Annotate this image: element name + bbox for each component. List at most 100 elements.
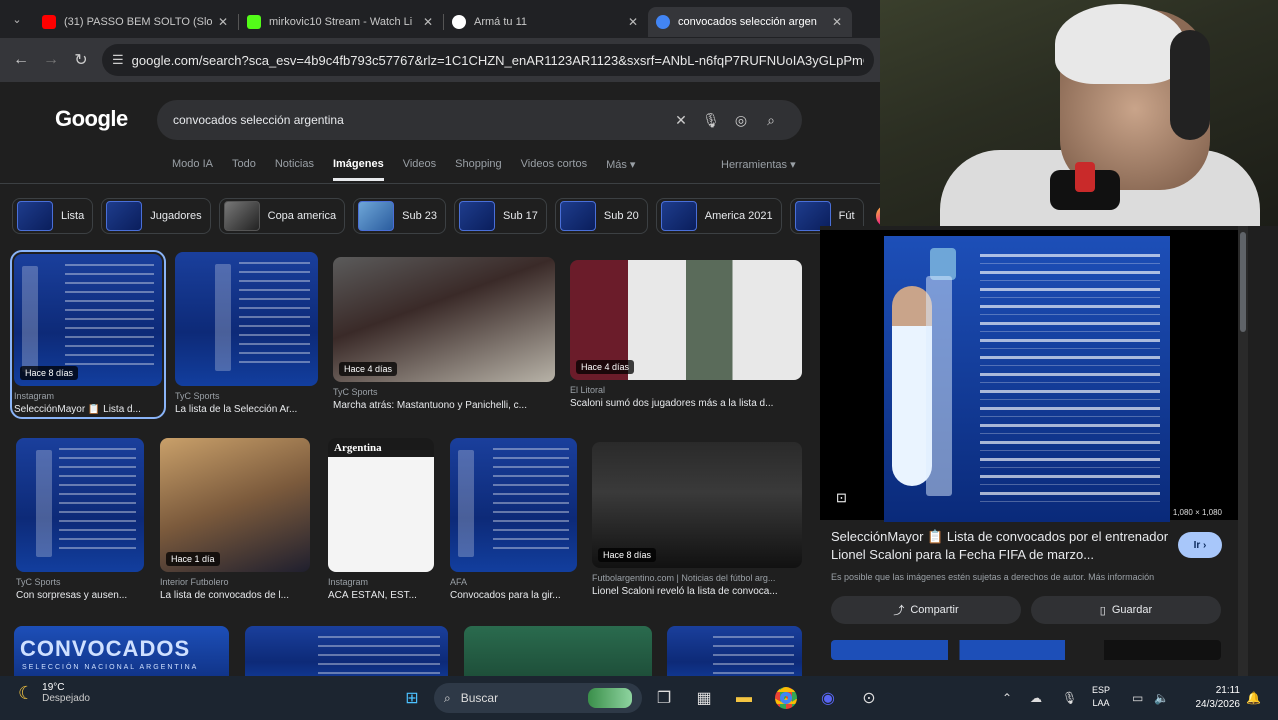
image-result[interactable]: TyC Sports Con sorpresas y ausen... (16, 438, 144, 601)
result-thumbnail[interactable] (175, 252, 318, 386)
chip-lista[interactable]: Lista (12, 198, 94, 234)
image-result[interactable]: Hace 1 día Interior Futbolero La lista d… (160, 438, 310, 601)
save-button[interactable]: ▯ Guardar (1031, 596, 1221, 624)
onedrive-icon[interactable]: ☁ (1030, 676, 1042, 720)
result-source[interactable]: Interior Futbolero (160, 577, 310, 587)
tab-modo-ia[interactable]: Modo IA (172, 158, 213, 181)
volume-icon[interactable]: 🔈 (1154, 676, 1169, 720)
tab-shopping[interactable]: Shopping (455, 158, 502, 181)
close-icon[interactable]: ✕ (626, 15, 640, 29)
clock[interactable]: 21:11 24/3/2026 (1184, 684, 1241, 712)
tab-todo[interactable]: Todo (232, 158, 256, 181)
discord-icon[interactable]: ◉ (814, 684, 842, 712)
result-thumbnail[interactable] (464, 626, 652, 676)
result-source[interactable]: TyC Sports (333, 387, 555, 397)
task-view-icon[interactable]: ❐ (650, 684, 678, 712)
result-thumbnail[interactable]: CONVOCADOS SELECCIÓN NACIONAL ARGENTINA (14, 626, 229, 676)
close-icon[interactable]: ✕ (216, 15, 230, 29)
result-thumbnail[interactable]: Argentina (328, 438, 434, 572)
chip-sub-20[interactable]: Sub 20 (554, 198, 648, 234)
lens-search-icon[interactable]: ⊡ (836, 490, 847, 506)
browser-tab-kick[interactable]: mirkovic10 Stream - Watch Li ✕ (239, 7, 443, 37)
scrollbar-thumb[interactable] (1240, 232, 1246, 332)
result-thumbnail[interactable] (667, 626, 802, 676)
tab-search-chevron-icon[interactable]: ⌄ (0, 0, 34, 38)
result-caption[interactable]: Con sorpresas y ausen... (16, 590, 144, 601)
tab-noticias[interactable]: Noticias (275, 158, 314, 181)
notification-bell-icon[interactable]: 🔔 (1246, 676, 1261, 720)
site-info-icon[interactable]: ☰ (112, 52, 124, 68)
browser-tab-google-active[interactable]: convocados selección argen ✕ (648, 7, 852, 37)
widgets-icon[interactable]: ▦ (690, 684, 718, 712)
app-notification-icon[interactable]: ⊙ (855, 684, 883, 712)
result-source[interactable]: Futbolargentino.com | Noticias del fútbo… (592, 573, 802, 583)
image-result[interactable]: TyC Sports La lista de la Selección Ar..… (175, 252, 318, 415)
result-source[interactable]: Instagram (14, 391, 162, 401)
share-button[interactable]: ⤴ Compartir (831, 596, 1021, 624)
chip-america-2021[interactable]: America 2021 (655, 198, 782, 234)
related-strip[interactable] (831, 640, 1221, 660)
preview-title[interactable]: SelecciónMayor 📋 Lista de convocados por… (831, 528, 1176, 564)
camera-lens-icon[interactable]: ◎ (726, 112, 756, 129)
search-query[interactable]: convocados selección argentina (173, 113, 666, 127)
visit-button[interactable]: Ir › (1178, 532, 1222, 558)
search-icon[interactable]: ⌕ (756, 112, 786, 129)
result-caption[interactable]: La lista de la Selección Ar... (175, 404, 318, 415)
image-result[interactable]: CONVOCADOS SELECCIÓN NACIONAL ARGENTINA (14, 626, 229, 676)
reload-icon[interactable]: ↻ (66, 45, 96, 75)
image-result[interactable]: Argentina Instagram ACÁ ESTÁN, EST... (328, 438, 434, 601)
result-caption[interactable]: La lista de convocados de l... (160, 590, 310, 601)
microphone-tray-icon[interactable]: 🎙 (1062, 676, 1077, 720)
browser-tab-youtube[interactable]: (31) PASSO BEM SOLTO (Slo ✕ (34, 7, 238, 37)
result-caption[interactable]: ACÁ ESTÁN, EST... (328, 590, 434, 601)
tab-mas[interactable]: Más ▾ (606, 158, 635, 181)
result-source[interactable]: AFA (450, 577, 577, 587)
preview-scrollbar[interactable] (1238, 226, 1248, 676)
chip-jugadores[interactable]: Jugadores (101, 198, 211, 234)
image-result[interactable]: Hace 4 días TyC Sports Marcha atrás: Mas… (333, 257, 555, 411)
search-input[interactable]: convocados selección argentina ✕ 🎙 ◎ ⌕ (157, 100, 802, 140)
result-thumbnail[interactable]: Hace 4 días (570, 260, 802, 380)
tools-button[interactable]: Herramientas ▾ (721, 158, 796, 171)
image-result[interactable]: Hace 4 días El Litoral Scaloni sumó dos … (570, 260, 802, 409)
preview-image[interactable]: ⊡ 1,080 × 1,080 (820, 230, 1240, 522)
result-source[interactable]: Instagram (328, 577, 434, 587)
result-caption[interactable]: Scaloni sumó dos jugadores más a la list… (570, 398, 802, 409)
chip-copa-america[interactable]: Copa america (218, 198, 346, 234)
tab-imagenes[interactable]: Imágenes (332, 158, 384, 181)
result-caption[interactable]: Convocados para la gir... (450, 590, 577, 601)
image-result[interactable]: Hace 8 días Instagram SelecciónMayor 📋 L… (10, 250, 166, 419)
back-arrow-icon[interactable]: ← (6, 45, 36, 75)
result-caption[interactable]: Lionel Scaloni reveló la lista de convoc… (592, 586, 802, 597)
network-icon[interactable]: ▭ (1132, 676, 1143, 720)
clear-icon[interactable]: ✕ (666, 112, 696, 129)
file-explorer-icon[interactable]: ▬ (730, 684, 758, 712)
browser-tab-arma-tu-11[interactable]: Armá tu 11 ✕ (444, 7, 648, 37)
image-result[interactable] (464, 626, 652, 676)
result-thumbnail[interactable]: Hace 8 días (592, 442, 802, 568)
result-thumbnail[interactable] (16, 438, 144, 572)
result-caption[interactable]: Marcha atrás: Mastantuono y Panichelli, … (333, 400, 555, 411)
image-result[interactable] (667, 626, 802, 676)
result-source[interactable]: TyC Sports (16, 577, 144, 587)
tab-videos-cortos[interactable]: Videos cortos (521, 158, 587, 181)
google-logo[interactable]: Google (55, 106, 128, 132)
image-result[interactable]: AFA Convocados para la gir... (450, 438, 577, 601)
close-icon[interactable]: ✕ (421, 15, 435, 29)
taskbar-search[interactable]: ⌕ Buscar (434, 683, 642, 713)
result-thumbnail[interactable]: Hace 4 días (333, 257, 555, 382)
result-source[interactable]: El Litoral (570, 385, 802, 395)
result-thumbnail[interactable] (245, 626, 448, 676)
weather-widget[interactable]: ☾ 19°C Despejado (18, 682, 90, 704)
result-thumbnail[interactable] (450, 438, 577, 572)
windows-start-icon[interactable]: ⊞ (398, 684, 426, 712)
input-language[interactable]: ESP LAA (1092, 684, 1110, 710)
image-result[interactable]: Hace 8 días Futbolargentino.com | Notici… (592, 442, 802, 597)
result-thumbnail[interactable]: Hace 1 día (160, 438, 310, 572)
result-source[interactable]: TyC Sports (175, 391, 318, 401)
microphone-icon[interactable]: 🎙 (696, 112, 726, 129)
close-icon[interactable]: ✕ (830, 15, 844, 29)
tray-overflow-icon[interactable]: ⌃ (1002, 676, 1012, 720)
forward-arrow-icon[interactable]: → (36, 45, 66, 75)
result-caption[interactable]: SelecciónMayor 📋 Lista d... (14, 404, 162, 415)
